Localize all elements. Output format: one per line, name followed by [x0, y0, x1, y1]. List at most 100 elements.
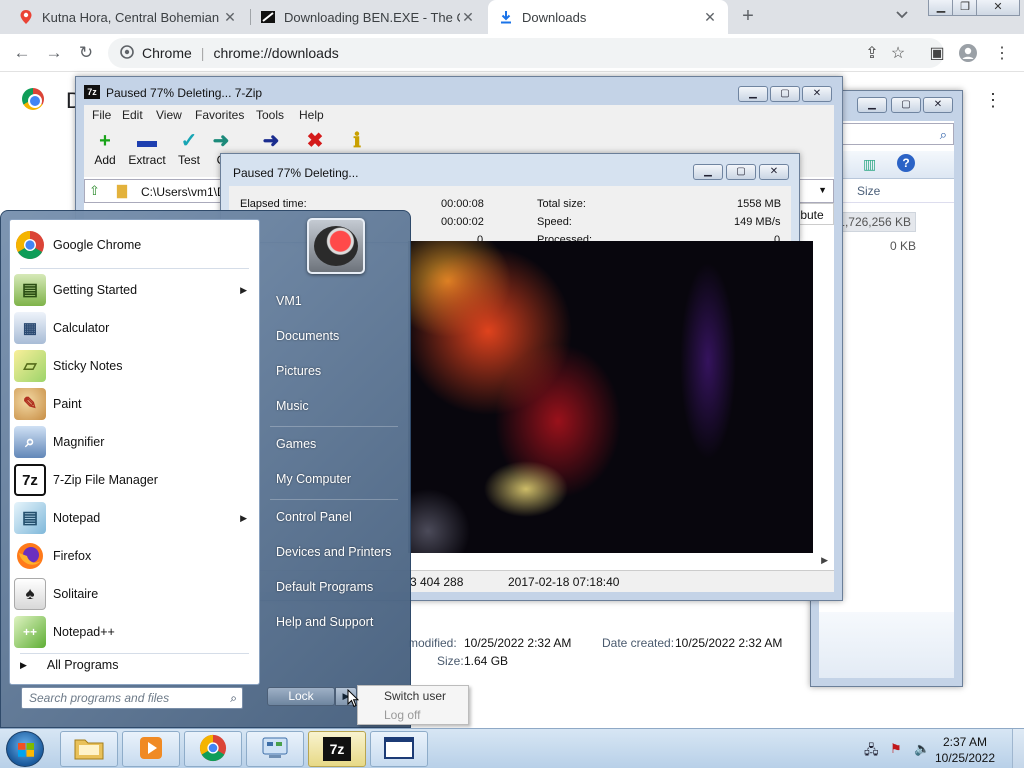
elapsed-value: 00:00:08	[441, 198, 484, 210]
info-button[interactable]: ℹ	[336, 129, 378, 153]
help-icon[interactable]: ?	[897, 154, 915, 172]
maximize-button[interactable]: ▢	[891, 97, 921, 113]
taskbar-media-player[interactable]	[122, 731, 180, 767]
side-panel-icon[interactable]: ▣	[927, 43, 947, 63]
program-getting-started[interactable]: ▤ Getting Started ▶	[14, 272, 257, 308]
program-label: Notepad	[53, 511, 101, 525]
size-label: Size:	[437, 654, 464, 668]
start-link-control-panel[interactable]: Control Panel	[276, 510, 352, 524]
scroll-right-icon[interactable]: ▶	[821, 555, 828, 566]
file-size-cell: 0 KB	[889, 239, 916, 253]
program-7zip[interactable]: 7z 7-Zip File Manager	[14, 462, 257, 498]
program-sticky-notes[interactable]: ▱ Sticky Notes	[14, 348, 257, 384]
taskbar-control-panel[interactable]	[246, 731, 304, 767]
move-arrow-icon: ➜	[262, 130, 280, 152]
start-link-vm1[interactable]: VM1	[276, 294, 302, 308]
start-link-default-programs[interactable]: Default Programs	[276, 580, 373, 594]
bookmark-star-icon[interactable]: ☆	[888, 43, 908, 63]
getting-started-icon: ▤	[14, 274, 46, 306]
action-center-flag-icon[interactable]: ⚑	[890, 741, 902, 757]
network-icon[interactable]: 🖧	[864, 741, 879, 763]
maximize-button[interactable]: ▢	[770, 86, 800, 102]
menu-edit[interactable]: Edit	[122, 108, 143, 122]
program-magnifier[interactable]: ⌕ Magnifier	[14, 424, 257, 460]
all-programs-button[interactable]: ▶ All Programs	[20, 658, 118, 672]
up-folder-icon[interactable]: ⇧	[89, 183, 100, 199]
start-link-games[interactable]: Games	[276, 437, 316, 451]
add-button[interactable]: + Add	[84, 129, 126, 167]
start-link-documents[interactable]: Documents	[276, 329, 339, 343]
start-link-music[interactable]: Music	[276, 399, 309, 413]
program-calculator[interactable]: ▦ Calculator	[14, 310, 257, 346]
magnifier-icon: ⌕	[14, 426, 46, 458]
close-window-button[interactable]: ✕	[923, 97, 953, 113]
tab-downloads[interactable]: Downloads ✕	[488, 0, 728, 34]
delete-button[interactable]: ✖	[294, 129, 336, 153]
minimize-button[interactable]: ▁	[857, 97, 887, 113]
move-button[interactable]: ➜	[250, 129, 292, 153]
menu-view[interactable]: View	[156, 108, 182, 122]
menu-file[interactable]: File	[92, 108, 111, 122]
switch-user-item[interactable]: Switch user	[384, 689, 446, 703]
new-tab-button[interactable]: +	[736, 5, 760, 29]
tab-kutna-hora[interactable]: Kutna Hora, Central Bohemian Re ✕	[8, 0, 248, 34]
preview-pane-icon[interactable]: ▥	[863, 156, 876, 173]
submenu-arrow-icon: ▶	[240, 512, 247, 523]
start-link-my-computer[interactable]: My Computer	[276, 472, 351, 486]
menu-help[interactable]: Help	[299, 108, 324, 122]
program-solitaire[interactable]: ♠ Solitaire	[14, 576, 257, 612]
program-google-chrome[interactable]: Google Chrome	[14, 227, 257, 263]
forward-arrow-icon[interactable]: →	[44, 43, 64, 63]
test-button[interactable]: ✓ Test	[168, 129, 210, 167]
menu-favorites[interactable]: Favorites	[195, 108, 244, 122]
program-firefox[interactable]: Firefox	[14, 538, 257, 574]
system-clock[interactable]: 2:37 AM 10/25/2022	[930, 734, 1000, 766]
reload-icon[interactable]: ↻	[76, 43, 96, 63]
address-bar[interactable]: Chrome | chrome://downloads	[108, 38, 944, 68]
dropdown-arrow-icon[interactable]: ▼	[818, 185, 827, 195]
chevron-down-icon[interactable]	[896, 8, 908, 22]
maximize-button[interactable]: ▢	[726, 164, 756, 180]
lock-button[interactable]: Lock	[267, 687, 335, 706]
program-notepad[interactable]: ▤ Notepad ▶	[14, 500, 257, 536]
log-off-item[interactable]: Log off	[384, 708, 420, 722]
close-icon[interactable]: ✕	[702, 9, 718, 26]
program-label: Calculator	[53, 321, 110, 335]
minimize-button[interactable]: ▁	[928, 0, 954, 16]
program-label: Getting Started	[53, 283, 138, 297]
program-label: Magnifier	[53, 435, 105, 449]
close-icon[interactable]: ✕	[222, 9, 238, 26]
close-window-button[interactable]: ✕	[759, 164, 789, 180]
more-actions-icon[interactable]: ⋮	[984, 90, 1002, 111]
restore-button[interactable]: ❐	[952, 0, 978, 16]
minimize-button[interactable]: ▁	[738, 86, 768, 102]
close-window-button[interactable]: ✕	[802, 86, 832, 102]
taskbar-window[interactable]	[370, 731, 428, 767]
divider	[270, 426, 398, 427]
start-link-devices-printers[interactable]: Devices and Printers	[276, 545, 391, 559]
volume-icon[interactable]: 🔈	[914, 741, 930, 757]
plus-icon: +	[99, 130, 111, 152]
taskbar-explorer[interactable]	[60, 731, 118, 767]
program-notepadpp[interactable]: ++ Notepad++	[14, 614, 257, 650]
start-button[interactable]	[6, 731, 44, 767]
show-desktop-button[interactable]	[1012, 729, 1024, 768]
taskbar-7zip[interactable]: 7z	[308, 731, 366, 767]
video-player-frame[interactable]	[408, 241, 813, 553]
menu-tools[interactable]: Tools	[256, 108, 284, 122]
back-arrow-icon[interactable]: ←	[12, 43, 32, 63]
chrome-logo-icon	[22, 88, 44, 110]
extract-button[interactable]: ▬ Extract	[126, 129, 168, 167]
start-link-pictures[interactable]: Pictures	[276, 364, 321, 378]
close-icon[interactable]: ✕	[460, 9, 476, 26]
profile-avatar-icon[interactable]	[958, 43, 978, 63]
program-paint[interactable]: ✎ Paint	[14, 386, 257, 422]
start-link-help-support[interactable]: Help and Support	[276, 615, 373, 629]
taskbar-chrome[interactable]	[184, 731, 242, 767]
minimize-button[interactable]: ▁	[693, 164, 723, 180]
kebab-menu-icon[interactable]: ⋮	[992, 43, 1012, 63]
start-search-input[interactable]: Search programs and files ⌕	[21, 687, 243, 709]
tab-downloading-ben[interactable]: Downloading BEN.EXE - The Coll ✕	[250, 0, 486, 34]
share-icon[interactable]: ⇪	[862, 43, 882, 63]
close-window-button[interactable]: ✕	[976, 0, 1020, 16]
